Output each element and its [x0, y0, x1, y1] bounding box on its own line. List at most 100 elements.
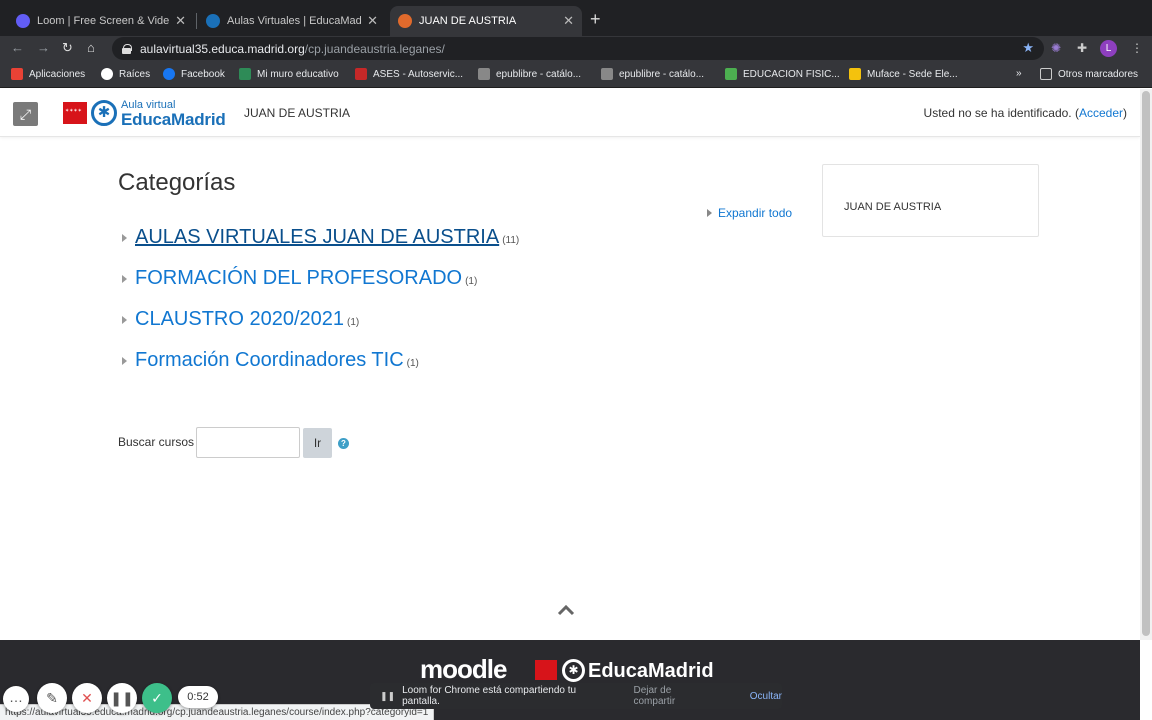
footer-brand[interactable]: EducaMadrid	[588, 660, 714, 683]
stop-sharing-button[interactable]: Dejar de compartir	[633, 685, 713, 707]
category-link[interactable]: CLAUSTRO 2020/2021	[135, 308, 344, 331]
bookmark-item[interactable]: ASES - Autoservic...	[355, 68, 463, 80]
loom-extension-icon[interactable]: ✺	[1051, 41, 1061, 55]
page-scrollbar[interactable]	[1140, 89, 1152, 640]
close-icon[interactable]: ✕	[563, 13, 574, 29]
tab-aulas-virtuales[interactable]: Aulas Virtuales | EducaMadrid ✕	[198, 6, 386, 36]
category-link[interactable]: FORMACIÓN DEL PROFESORADO	[135, 267, 462, 290]
globe-icon	[101, 68, 113, 80]
close-icon[interactable]: ✕	[175, 13, 186, 29]
bookmark-label: epublibre - catálo...	[496, 68, 582, 80]
login-text: Usted no se ha identificado. (	[923, 106, 1079, 120]
tab-title: Loom | Free Screen & Video Re	[37, 15, 170, 27]
loom-draw-icon[interactable]: ✎	[37, 683, 67, 713]
moodle-logo[interactable]: moodle	[420, 654, 507, 685]
browser-toolbar: ← → ↻ ⌂ aulavirtual35.educa.madrid.org/c…	[0, 36, 1152, 62]
madrid-flag-logo[interactable]	[63, 102, 87, 124]
expand-all-label: Expandir todo	[718, 206, 793, 220]
loom-finish-check-icon[interactable]: ✓	[142, 683, 172, 713]
bookmark-item[interactable]: Aplicaciones	[11, 68, 85, 80]
category-count: (1)	[406, 358, 419, 369]
login-info: Usted no se ha identificado. (Acceder)	[924, 106, 1127, 120]
bookmark-item[interactable]: Mi muro educativo	[239, 68, 339, 80]
bookmark-label: epublibre - catálo...	[619, 68, 705, 80]
logo-title[interactable]: EducaMadrid	[121, 110, 226, 130]
login-link[interactable]: Acceder	[1079, 106, 1123, 120]
site-header: ⤢ ✱ Aula virtual EducaMadrid JUAN DE AUS…	[0, 89, 1140, 137]
back-to-top-chevron-icon[interactable]	[557, 603, 575, 617]
close-icon[interactable]: ✕	[367, 13, 378, 29]
loom-cancel-icon[interactable]: ✕	[72, 683, 102, 713]
tab-juan-de-austria[interactable]: JUAN DE AUSTRIA ✕	[390, 6, 582, 36]
category-item: FORMACIÓN DEL PROFESORADO (1)	[122, 267, 477, 290]
tab-loom[interactable]: Loom | Free Screen & Video Re ✕	[8, 6, 194, 36]
other-bookmarks[interactable]: Otros marcadores	[1040, 68, 1138, 80]
bookmarks-overflow-chevron[interactable]: »	[1016, 68, 1022, 79]
sidebar-block-text[interactable]: JUAN DE AUSTRIA	[844, 201, 941, 213]
loom-menu-dots-icon[interactable]: …	[3, 686, 29, 712]
expand-all-link[interactable]: Expandir todo	[707, 206, 792, 220]
puzzle-extensions-icon[interactable]: ✚	[1077, 41, 1087, 55]
tab-title: Aulas Virtuales | EducaMadrid	[227, 15, 362, 27]
profile-avatar[interactable]: L	[1100, 40, 1117, 57]
category-link[interactable]: Formación Coordinadores TIC	[135, 349, 404, 372]
fullscreen-expand-icon[interactable]: ⤢	[13, 102, 38, 126]
category-item: AULAS VIRTUALES JUAN DE AUSTRIA (11)	[122, 226, 519, 249]
tab-title: JUAN DE AUSTRIA	[419, 15, 517, 27]
scrollbar-thumb[interactable]	[1142, 91, 1150, 636]
facebook-icon	[163, 68, 175, 80]
collapse-triangle-icon[interactable]	[122, 356, 127, 365]
madrid-flag-logo	[535, 660, 557, 680]
search-courses-input[interactable]	[196, 427, 300, 458]
bookmark-item[interactable]: Raíces	[101, 68, 150, 80]
new-tab-plus-icon[interactable]: +	[590, 9, 601, 30]
category-count: (1)	[465, 276, 478, 287]
share-message: Loom for Chrome está compartiendo tu pan…	[402, 685, 577, 707]
back-arrow-icon[interactable]: ←	[11, 40, 24, 55]
search-courses-label: Buscar cursos	[118, 435, 195, 449]
collapse-triangle-icon[interactable]	[122, 233, 127, 242]
login-text-close: )	[1123, 106, 1127, 120]
pause-icon: ❚❚	[380, 690, 396, 701]
educamadrid-favicon-icon	[206, 14, 220, 28]
bookmark-label: EDUCACION FISIC...	[743, 68, 840, 80]
search-go-button[interactable]: Ir	[303, 428, 332, 458]
forward-arrow-icon[interactable]: →	[37, 40, 50, 55]
bookmark-star-icon[interactable]: ★	[1022, 40, 1034, 56]
reload-icon[interactable]: ↻	[62, 40, 73, 56]
educamadrid-star-logo-icon[interactable]: ✱	[91, 100, 117, 126]
bookmark-label: Otros marcadores	[1058, 68, 1139, 80]
ases-icon	[355, 68, 367, 80]
folder-icon	[1040, 68, 1052, 80]
bookmark-item[interactable]: epublibre - catálo...	[478, 68, 581, 80]
category-item: Formación Coordinadores TIC (1)	[122, 349, 419, 372]
site-name[interactable]: JUAN DE AUSTRIA	[244, 106, 350, 120]
moodle-favicon-icon	[398, 14, 412, 28]
home-icon[interactable]: ⌂	[87, 40, 95, 55]
bookmark-item[interactable]: epublibre - catálo...	[601, 68, 704, 80]
address-bar[interactable]: aulavirtual35.educa.madrid.org/cp.juande…	[112, 37, 1044, 60]
status-bar-url: https://aulavirtual35.educa.madrid.org/c…	[0, 704, 435, 720]
bookmark-item[interactable]: EDUCACION FISIC...	[725, 68, 840, 80]
menu-kebab-icon[interactable]: ⋮	[1131, 41, 1143, 55]
bookmark-item[interactable]: Muface - Sede Ele...	[849, 68, 958, 80]
hide-button[interactable]: Ocultar	[750, 691, 782, 702]
browser-tab-strip: Loom | Free Screen & Video Re ✕ Aulas Vi…	[0, 0, 1152, 36]
educacion-fisica-icon	[725, 68, 737, 80]
category-link[interactable]: AULAS VIRTUALES JUAN DE AUSTRIA	[135, 226, 499, 249]
category-count: (1)	[347, 317, 360, 328]
bookmark-label: ASES - Autoservic...	[373, 68, 464, 80]
bookmark-item[interactable]: Facebook	[163, 68, 225, 80]
bookmark-label: Mi muro educativo	[257, 68, 339, 80]
url-path: /cp.juandeaustria.leganes/	[304, 41, 445, 56]
collapse-triangle-icon[interactable]	[122, 274, 127, 283]
page-title: Categorías	[118, 169, 236, 196]
collapse-triangle-icon[interactable]	[122, 315, 127, 324]
screen-share-notification: ❚❚ Loom for Chrome está compartiendo tu …	[370, 683, 782, 709]
apps-grid-icon	[11, 68, 23, 80]
loom-pause-icon[interactable]: ❚❚	[107, 683, 137, 713]
help-question-icon[interactable]: ?	[338, 438, 349, 449]
epublibre-icon	[478, 68, 490, 80]
bookmark-label: Aplicaciones	[29, 68, 86, 80]
loom-timer: 0:52	[178, 686, 218, 708]
